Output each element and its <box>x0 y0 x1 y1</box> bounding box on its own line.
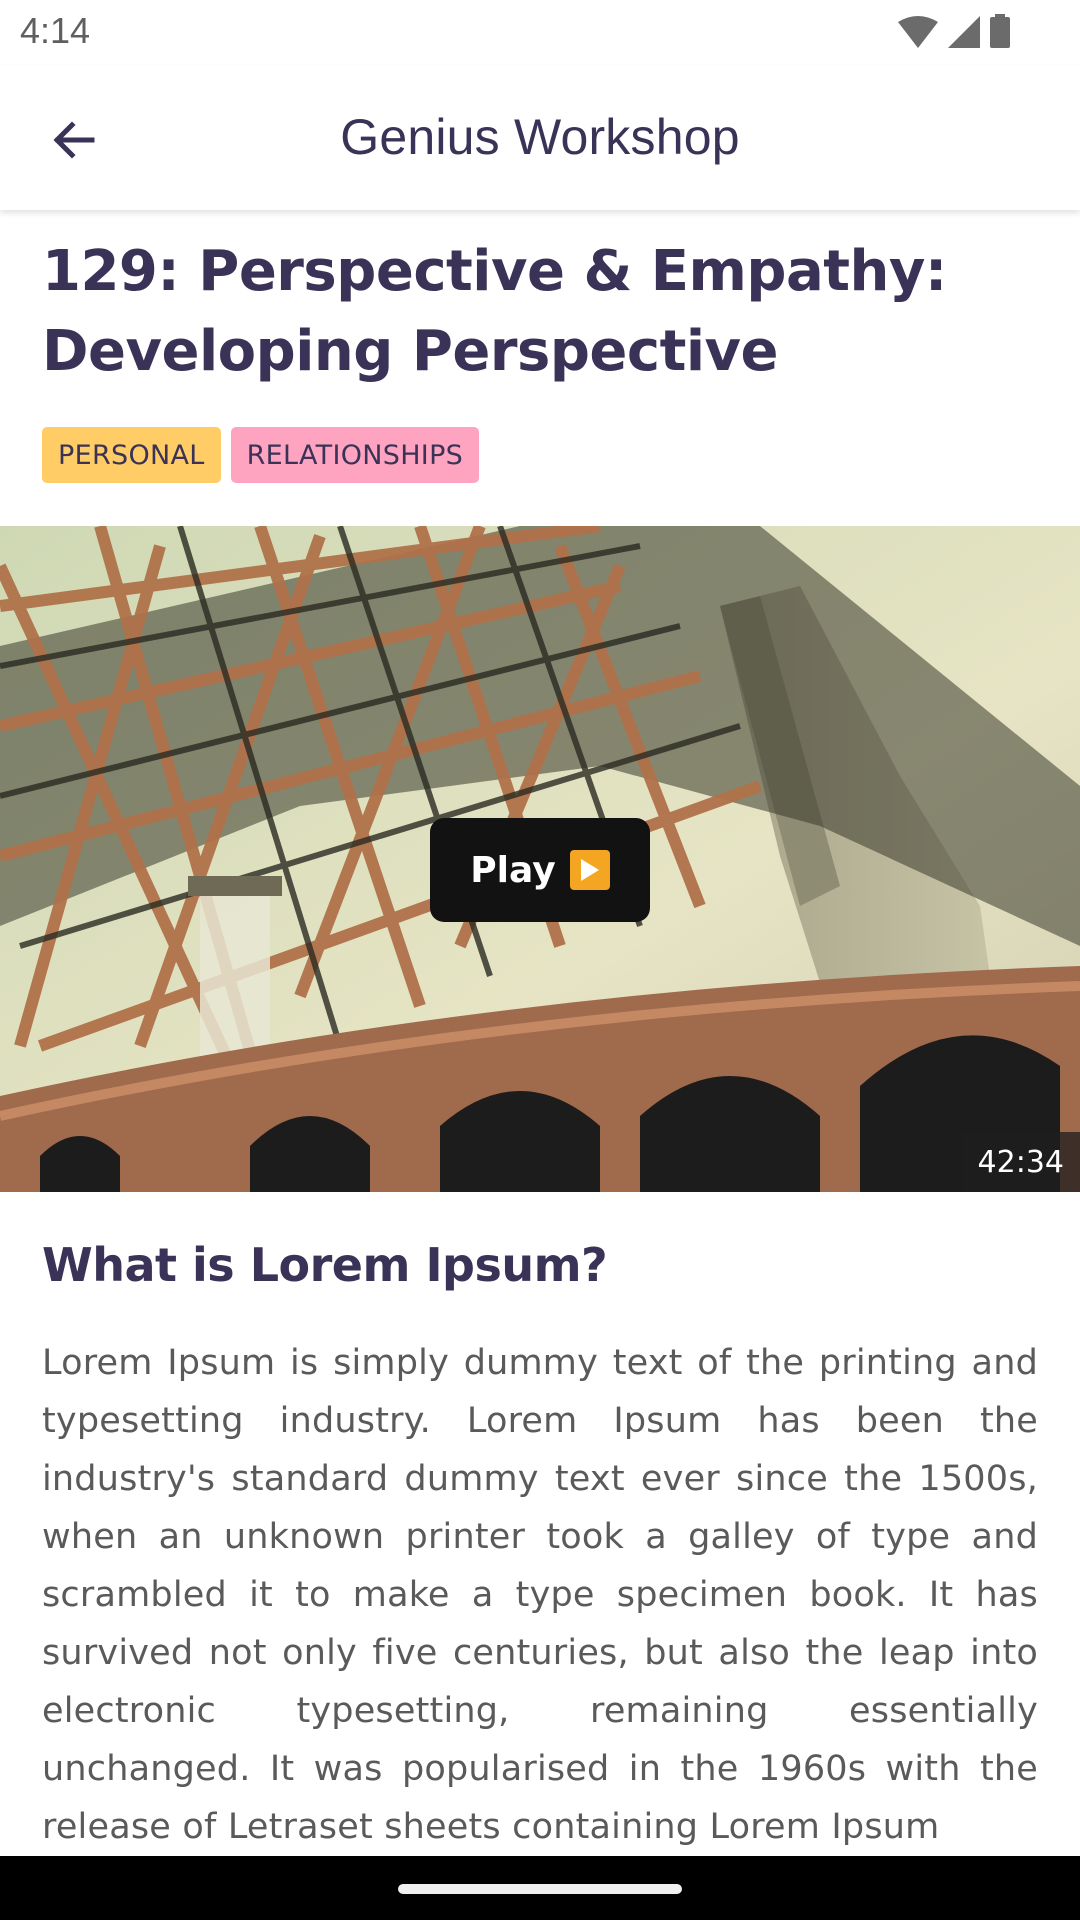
battery-icon <box>990 14 1010 52</box>
episode-detail[interactable]: 129: Perspective & Empathy: Developing P… <box>0 210 1080 1856</box>
app-title: Genius Workshop <box>340 109 740 165</box>
play-button[interactable]: Play <box>430 818 650 922</box>
app-bar: Genius Workshop <box>0 66 1080 210</box>
tag-list: PERSONAL RELATIONSHIPS <box>42 427 480 483</box>
tag-relationships[interactable]: RELATIONSHIPS <box>230 427 480 483</box>
tag-personal[interactable]: PERSONAL <box>42 427 221 483</box>
signal-icon <box>948 16 980 52</box>
play-label: Play <box>470 849 556 891</box>
description-body: Lorem Ipsum is simply dummy text of the … <box>42 1343 1038 1847</box>
description-heading: What is Lorem Ipsum? <box>42 1238 608 1292</box>
status-time: 4:14 <box>20 10 91 51</box>
system-nav-bar <box>0 1856 1080 1920</box>
home-indicator[interactable] <box>398 1884 682 1894</box>
episode-title: 129: Perspective & Empathy: Developing P… <box>42 239 947 384</box>
status-bar: 4:14 <box>0 0 1080 66</box>
wifi-icon <box>898 16 938 52</box>
play-icon <box>569 850 610 890</box>
duration-badge: 42:34 <box>961 1132 1080 1192</box>
status-icons <box>898 14 1010 52</box>
video-thumbnail[interactable]: Play 42:34 <box>0 526 1080 1192</box>
